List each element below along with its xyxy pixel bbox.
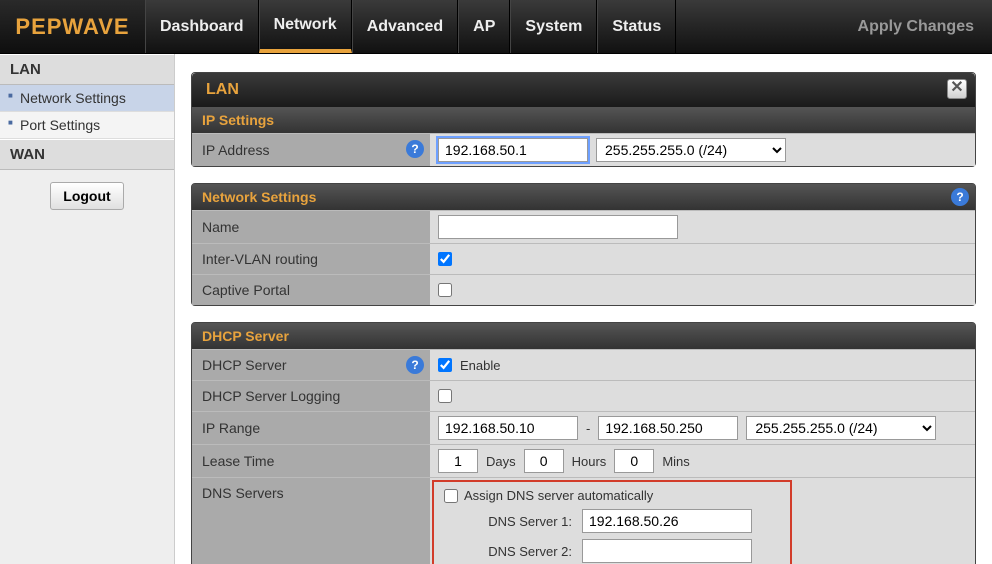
- network-settings-panel: Network Settings ? Name Inter-VLAN routi…: [191, 183, 976, 306]
- dhcp-enable-checkbox[interactable]: [438, 358, 452, 372]
- dns-auto-checkbox[interactable]: [444, 489, 458, 503]
- lease-mins-label: Mins: [662, 454, 689, 469]
- label-intervlan: Inter-VLAN routing: [202, 251, 318, 267]
- section-network-settings: Network Settings ?: [192, 184, 975, 210]
- ip-range-end-input[interactable]: [598, 416, 738, 440]
- panel-title: LAN ✕: [192, 73, 975, 107]
- name-input[interactable]: [438, 215, 678, 239]
- topnav-status[interactable]: Status: [597, 0, 676, 53]
- lease-days-label: Days: [486, 454, 516, 469]
- dhcp-panel: DHCP Server DHCP Server ? Enable DHCP Se…: [191, 322, 976, 564]
- label-ip-range: IP Range: [202, 420, 260, 436]
- topnav-dashboard[interactable]: Dashboard: [145, 0, 259, 53]
- close-icon[interactable]: ✕: [947, 79, 967, 99]
- dns1-input[interactable]: [582, 509, 752, 533]
- sidebar-group-lan: LAN: [0, 54, 174, 85]
- lease-hours-label: Hours: [572, 454, 607, 469]
- label-ip-address: IP Address: [202, 142, 269, 158]
- brand-logo: PEPWAVE: [0, 0, 145, 53]
- label-captive: Captive Portal: [202, 282, 290, 298]
- enable-label: Enable: [460, 358, 500, 373]
- section-dhcp: DHCP Server: [192, 323, 975, 349]
- sidebar-item-port-settings[interactable]: Port Settings: [0, 112, 174, 139]
- sidebar-item-network-settings[interactable]: Network Settings: [0, 85, 174, 112]
- help-icon[interactable]: ?: [406, 140, 424, 158]
- range-separator: -: [586, 421, 590, 436]
- ip-range-start-input[interactable]: [438, 416, 578, 440]
- label-name: Name: [202, 219, 239, 235]
- topnav-network[interactable]: Network: [259, 0, 352, 53]
- section-ip-settings: IP Settings: [192, 107, 975, 133]
- lease-hours-input[interactable]: [524, 449, 564, 473]
- content-area: LAN ✕ IP Settings IP Address ? 255.255.2…: [175, 54, 992, 564]
- range-subnet-select[interactable]: 255.255.255.0 (/24): [746, 416, 936, 440]
- dns2-label: DNS Server 2:: [444, 544, 576, 559]
- subnet-select[interactable]: 255.255.255.0 (/24): [596, 138, 786, 162]
- topnav-system[interactable]: System: [510, 0, 597, 53]
- dns1-label: DNS Server 1:: [444, 514, 576, 529]
- ip-address-input[interactable]: [438, 138, 588, 162]
- row-ip-address: IP Address ? 255.255.255.0 (/24): [192, 133, 975, 166]
- lan-panel: LAN ✕ IP Settings IP Address ? 255.255.2…: [191, 72, 976, 167]
- label-lease-time: Lease Time: [202, 453, 274, 469]
- logout-button[interactable]: Logout: [50, 182, 123, 210]
- label-dns-servers: DNS Servers: [202, 485, 284, 501]
- topnav-advanced[interactable]: Advanced: [352, 0, 458, 53]
- dns-highlight-box: Assign DNS server automatically DNS Serv…: [432, 480, 792, 564]
- lease-mins-input[interactable]: [614, 449, 654, 473]
- sidebar: LAN Network Settings Port Settings WAN L…: [0, 54, 175, 564]
- top-nav: Dashboard Network Advanced AP System Sta…: [145, 0, 840, 53]
- help-icon[interactable]: ?: [406, 356, 424, 374]
- panel-title-text: LAN: [206, 81, 239, 98]
- label-dhcp-logging: DHCP Server Logging: [202, 388, 340, 404]
- dhcp-logging-checkbox[interactable]: [438, 389, 452, 403]
- sidebar-group-wan: WAN: [0, 139, 174, 170]
- lease-days-input[interactable]: [438, 449, 478, 473]
- help-icon[interactable]: ?: [951, 188, 969, 206]
- label-dhcp-server: DHCP Server: [202, 357, 287, 373]
- header-bar: PEPWAVE Dashboard Network Advanced AP Sy…: [0, 0, 992, 54]
- apply-changes-button[interactable]: Apply Changes: [840, 0, 992, 53]
- captive-portal-checkbox[interactable]: [438, 283, 452, 297]
- topnav-ap[interactable]: AP: [458, 0, 510, 53]
- dns-auto-label: Assign DNS server automatically: [464, 488, 653, 503]
- intervlan-checkbox[interactable]: [438, 252, 452, 266]
- dns2-input[interactable]: [582, 539, 752, 563]
